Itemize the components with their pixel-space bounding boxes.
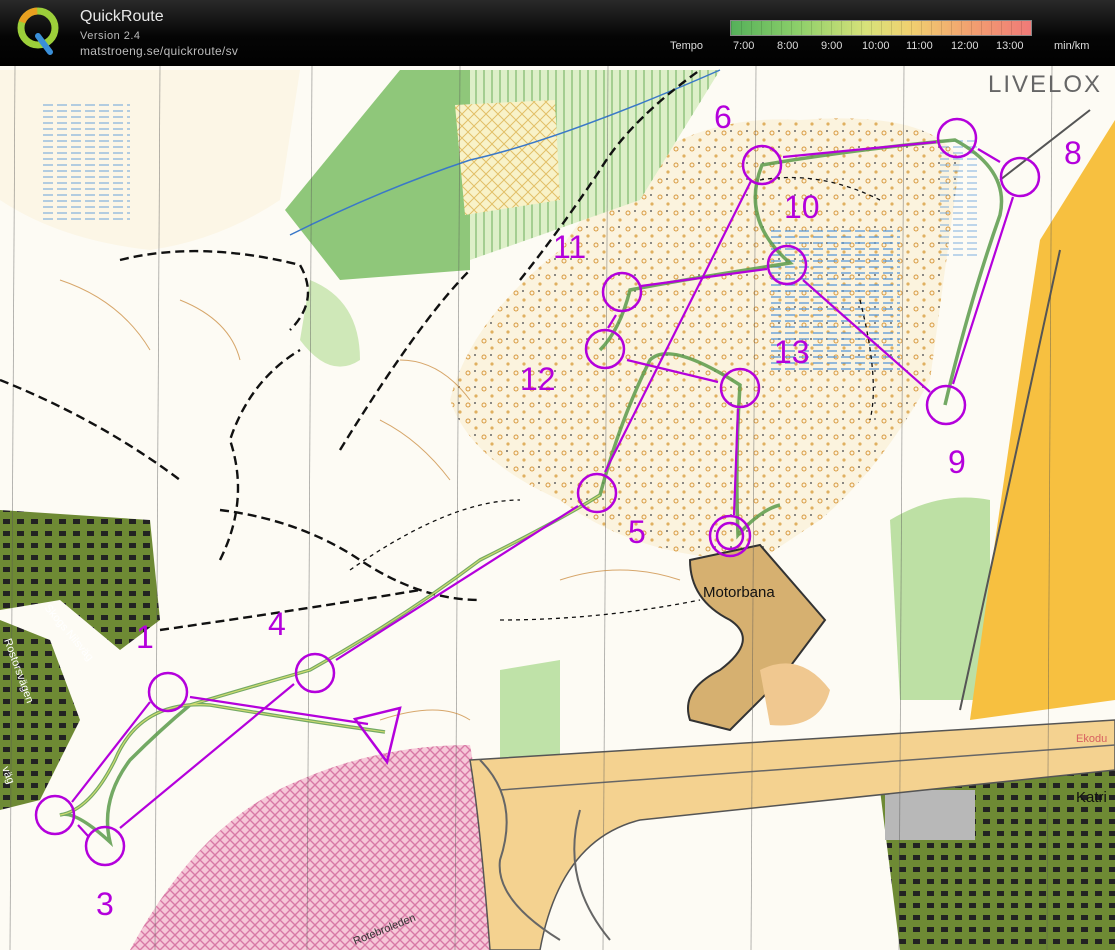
tempo-tick: 10:00 [862, 40, 890, 52]
green-vegetation [890, 497, 990, 700]
place-label-corner: Ekodu [1076, 733, 1107, 745]
app-title: QuickRoute [80, 8, 164, 25]
control-number-3: 3 [96, 886, 114, 922]
place-label-katri: Katri [1076, 789, 1107, 806]
control-number-1: 1 [136, 619, 154, 655]
orienteering-map[interactable]: 1 3 4 5 6 8 9 10 11 12 13 Motorbana Katr… [0, 66, 1115, 950]
tempo-unit: min/km [1054, 40, 1090, 52]
control-number-13: 13 [774, 334, 810, 370]
control-number-10: 10 [784, 189, 820, 225]
control-number-5: 5 [628, 514, 646, 550]
control-number-4: 4 [268, 606, 286, 642]
green-vegetation [500, 660, 560, 760]
control-number-6: 6 [714, 99, 732, 135]
app-url: matstroeng.se/quickroute/sv [80, 44, 239, 58]
marsh-area [40, 100, 130, 220]
app-header: QuickRoute Version 2.4 matstroeng.se/qui… [0, 0, 1115, 66]
yellow-field [455, 100, 560, 215]
tempo-color-scale [730, 20, 1032, 36]
tempo-tick: 8:00 [777, 40, 799, 52]
quickroute-q-logo-icon [17, 7, 59, 55]
control-number-8: 8 [1064, 135, 1082, 171]
place-label-motorbana: Motorbana [703, 584, 775, 601]
control-number-11: 11 [553, 229, 586, 265]
control-number-12: 12 [520, 361, 556, 397]
tempo-label: Tempo [670, 40, 704, 52]
tempo-tick: 11:00 [906, 40, 933, 52]
livelox-watermark: LIVELOX [988, 71, 1102, 98]
tempo-tick: 7:00 [733, 40, 755, 52]
control-number-9: 9 [948, 444, 966, 480]
tempo-tick: 12:00 [951, 40, 979, 52]
building-grey [885, 790, 975, 840]
app-version: Version 2.4 [80, 30, 141, 42]
tempo-tick: 13:00 [996, 40, 1024, 52]
tempo-tick: 9:00 [821, 40, 843, 52]
